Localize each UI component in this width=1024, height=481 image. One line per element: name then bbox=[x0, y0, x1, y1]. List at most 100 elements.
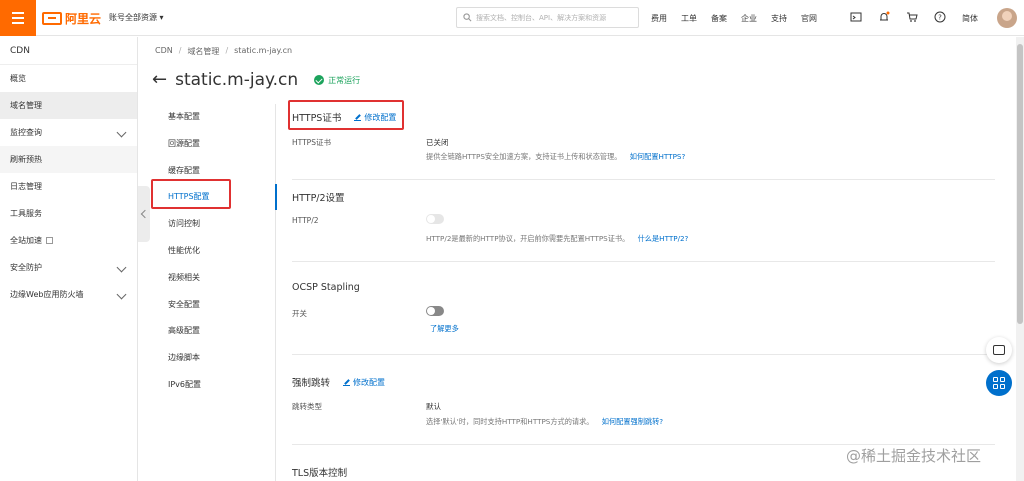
terminal-icon[interactable] bbox=[850, 11, 862, 23]
sidebar-item-domain-management[interactable]: 域名管理 bbox=[0, 92, 137, 119]
sidebar-item-tools[interactable]: 工具服务 bbox=[0, 200, 137, 227]
config-nav-access-control[interactable]: 访问控制 bbox=[150, 211, 275, 238]
aliyun-logo-icon bbox=[42, 12, 62, 25]
section-title-tls: TLS版本控制 bbox=[292, 468, 348, 479]
sidebar-item-label: 工具服务 bbox=[10, 209, 42, 218]
bell-icon[interactable] bbox=[878, 11, 890, 23]
config-nav-origin[interactable]: 回源配置 bbox=[150, 131, 275, 158]
breadcrumb-domain-management[interactable]: 域名管理 bbox=[187, 46, 219, 57]
section-title-text: 强制跳转 bbox=[292, 378, 331, 389]
apps-button[interactable] bbox=[986, 370, 1012, 396]
https-cert-value: 已关闭 bbox=[426, 138, 449, 147]
nav-tickets[interactable]: 工单 bbox=[681, 13, 697, 24]
sidebar-item-label: 边缘Web应用防火墙 bbox=[10, 290, 84, 299]
how-to-https-link[interactable]: 如何配置HTTPS? bbox=[630, 152, 686, 161]
top-nav: 费用 工单 备案 企业 支持 官网 bbox=[651, 13, 831, 24]
external-link-icon bbox=[46, 237, 53, 244]
config-nav-performance[interactable]: 性能优化 bbox=[150, 238, 275, 265]
search-input[interactable] bbox=[476, 13, 636, 22]
nav-official-site[interactable]: 官网 bbox=[801, 13, 817, 24]
redirect-type-value: 默认 bbox=[426, 402, 441, 411]
http2-label: HTTP/2 bbox=[292, 216, 319, 225]
section-ocsp: OCSP Stapling 开关 了解更多 bbox=[292, 262, 995, 355]
config-nav-video[interactable]: 视频相关 bbox=[150, 265, 275, 292]
sidebar-item-monitoring[interactable]: 监控查询 bbox=[0, 119, 137, 146]
help-icon[interactable]: ? bbox=[934, 11, 946, 23]
search-icon bbox=[463, 13, 472, 22]
config-nav-ipv6[interactable]: IPv6配置 bbox=[150, 372, 275, 399]
chevron-down-icon bbox=[116, 289, 127, 300]
sidebar-item-label: 概览 bbox=[10, 74, 26, 83]
language-switch[interactable]: 简体 bbox=[962, 13, 978, 24]
chat-icon bbox=[993, 345, 1005, 355]
highlight-box bbox=[151, 179, 231, 209]
nav-billing[interactable]: 费用 bbox=[651, 13, 667, 24]
what-is-http2-link[interactable]: 什么是HTTP/2? bbox=[638, 234, 689, 243]
config-nav-advanced[interactable]: 高级配置 bbox=[150, 318, 275, 345]
sidebar-item-label: 安全防护 bbox=[10, 263, 42, 272]
sidebar-item-logs[interactable]: 日志管理 bbox=[0, 173, 137, 200]
sidebar-item-dcdn[interactable]: 全站加速 bbox=[0, 227, 137, 254]
desc-text: HTTP/2是最新的HTTP协议，开启前你需要先配置HTTPS证书。 bbox=[426, 234, 630, 243]
apps-grid-icon bbox=[993, 377, 1005, 389]
sidebar-item-label: 日志管理 bbox=[10, 182, 42, 191]
learn-more-text[interactable]: 了解更多 bbox=[430, 324, 459, 333]
scrollbar-thumb[interactable] bbox=[1017, 44, 1023, 324]
section-title-http2: HTTP/2设置 bbox=[292, 193, 345, 204]
sidebar-item-overview[interactable]: 概览 bbox=[0, 65, 137, 92]
section-http2: HTTP/2设置 HTTP/2 HTTP/2是最新的HTTP协议，开启前你需要先… bbox=[292, 180, 995, 262]
section-force-redirect: 强制跳转 修改配置 跳转类型 默认 选择'默认'时，同时支持HTTP和HTTPS… bbox=[292, 355, 995, 445]
sidebar-item-label: 监控查询 bbox=[10, 128, 42, 137]
check-circle-icon bbox=[314, 75, 325, 85]
desc-text: 提供全链路HTTPS安全加速方案，支持证书上传和状态管理。 bbox=[426, 152, 622, 161]
redirect-desc: 选择'默认'时，同时支持HTTP和HTTPS方式的请求。 如何配置强制跳转? bbox=[426, 417, 663, 427]
back-arrow-icon[interactable]: ← bbox=[152, 71, 167, 89]
sidebar-item-label: 刷新预热 bbox=[10, 155, 42, 164]
https-cert-label: HTTPS证书 bbox=[292, 138, 331, 147]
global-search[interactable] bbox=[456, 7, 639, 28]
config-nav-edge-script[interactable]: 边缘脚本 bbox=[150, 345, 275, 372]
breadcrumb: CDN / 域名管理 / static.m-jay.cn bbox=[155, 46, 292, 57]
nav-icp[interactable]: 备案 bbox=[711, 13, 727, 24]
config-nav-security[interactable]: 安全配置 bbox=[150, 292, 275, 319]
http2-desc: HTTP/2是最新的HTTP协议，开启前你需要先配置HTTPS证书。 什么是HT… bbox=[426, 234, 688, 244]
sidebar-item-edge-waf[interactable]: 边缘Web应用防火墙 bbox=[0, 281, 137, 308]
account-resource-selector[interactable]: 账号全部资源 ▾ bbox=[109, 12, 164, 23]
sidebar-title: CDN bbox=[0, 37, 137, 65]
redirect-type-label: 跳转类型 bbox=[292, 402, 322, 411]
sidebar-item-refresh-prefetch[interactable]: 刷新预热 bbox=[0, 146, 137, 173]
highlight-box bbox=[288, 100, 404, 130]
how-to-redirect-link[interactable]: 如何配置强制跳转? bbox=[602, 417, 663, 426]
sidebar-collapse-handle[interactable] bbox=[138, 186, 150, 242]
nav-enterprise[interactable]: 企业 bbox=[741, 13, 757, 24]
cart-icon[interactable] bbox=[906, 11, 918, 23]
page-title: static.m-jay.cn bbox=[175, 70, 299, 90]
pencil-icon bbox=[343, 379, 351, 386]
top-bar: 阿里云 账号全部资源 ▾ 费用 工单 备案 企业 支持 官网 ? 简体 bbox=[0, 0, 1024, 36]
ocsp-toggle[interactable] bbox=[426, 306, 444, 316]
section-title-ocsp: OCSP Stapling bbox=[292, 282, 360, 293]
breadcrumb-current-domain: static.m-jay.cn bbox=[234, 46, 293, 55]
status-text: 正常运行 bbox=[328, 75, 361, 85]
user-avatar[interactable] bbox=[997, 8, 1017, 28]
http2-toggle[interactable] bbox=[426, 214, 444, 224]
menu-icon[interactable] bbox=[0, 0, 36, 36]
config-nav-basic[interactable]: 基本配置 bbox=[150, 104, 275, 131]
config-content: HTTPS证书 修改配置 HTTPS证书 已关闭 提供全链路HTTPS安全加速方… bbox=[276, 100, 1016, 481]
svg-text:?: ? bbox=[938, 14, 942, 22]
sidebar-item-security[interactable]: 安全防护 bbox=[0, 254, 137, 281]
edit-redirect-button[interactable]: 修改配置 bbox=[343, 377, 385, 388]
logo-text: 阿里云 bbox=[65, 12, 102, 26]
section-title-redirect: 强制跳转 修改配置 bbox=[292, 375, 385, 389]
learn-more-link[interactable]: 了解更多 bbox=[430, 324, 459, 334]
https-cert-desc: 提供全链路HTTPS安全加速方案，支持证书上传和状态管理。 如何配置HTTPS? bbox=[426, 152, 685, 162]
watermark: @稀土掘金技术社区 bbox=[846, 447, 982, 465]
sidebar-item-label: 域名管理 bbox=[10, 101, 42, 110]
aliyun-logo[interactable]: 阿里云 bbox=[42, 10, 101, 27]
chat-button[interactable] bbox=[986, 337, 1012, 363]
edit-label: 修改配置 bbox=[353, 378, 386, 387]
chevron-down-icon bbox=[116, 262, 127, 273]
nav-support[interactable]: 支持 bbox=[771, 13, 787, 24]
breadcrumb-cdn[interactable]: CDN bbox=[155, 46, 173, 57]
cdn-sidebar: CDN 概览 域名管理 监控查询 刷新预热 日志管理 工具服务 全站加速 安全防… bbox=[0, 37, 138, 481]
